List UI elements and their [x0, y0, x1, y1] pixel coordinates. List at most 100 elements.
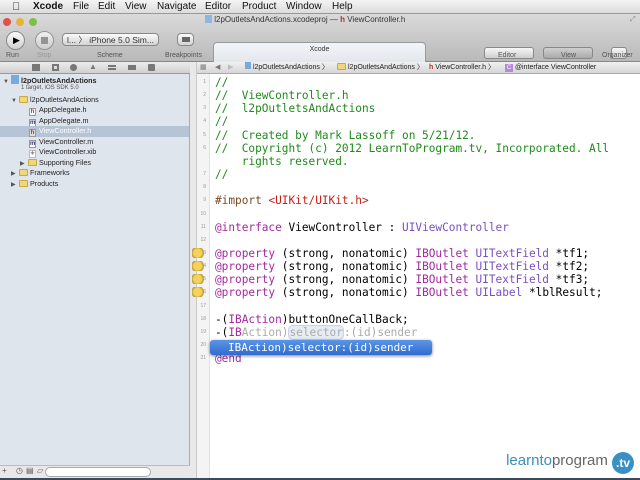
apple-menu-icon[interactable]: : [12, 1, 20, 13]
folder-icon: [337, 63, 346, 70]
code-token: @property: [215, 273, 276, 287]
code-token: UITextField: [475, 273, 549, 287]
breakpoint-navigator-icon[interactable]: [128, 65, 136, 70]
code-line: rights reserved.: [215, 155, 349, 168]
code-line: #import <UIKit/UIKit.h>: [215, 194, 369, 207]
folder-icon: [19, 96, 28, 103]
window-title: l2pOutletsAndActions.xcodeproj — h ViewC…: [205, 15, 405, 24]
jump-item[interactable]: C @interface ViewController: [505, 62, 596, 73]
menu-window[interactable]: Window: [286, 1, 322, 12]
code-token: rights reserved.: [215, 154, 349, 168]
line-number: 19: [200, 328, 206, 335]
jump-label: l2pOutletsAndActions: [348, 64, 415, 71]
menu-help[interactable]: Help: [332, 1, 353, 12]
learntoprogram-logo: learntoprogram .tv: [506, 452, 634, 474]
code-token: UILabel: [475, 286, 523, 300]
warning-icon[interactable]: [192, 287, 206, 298]
item-label: Supporting Files: [39, 158, 91, 167]
code-token: //: [215, 115, 229, 129]
line-number: 6: [203, 144, 206, 151]
breakpoints-button[interactable]: [177, 33, 194, 46]
file-item[interactable]: m ViewController.m: [29, 137, 93, 148]
line-number-gutter: 123456789101112131415161718192021: [192, 74, 210, 478]
header-file-icon: h: [29, 129, 36, 137]
code-token: IBOutlet: [415, 260, 469, 274]
zoom-window-button[interactable]: [29, 18, 37, 26]
code-token: (strong, nonatomic): [275, 286, 416, 300]
fullscreen-icon[interactable]: ⤢: [630, 16, 636, 24]
jump-item[interactable]: l2pOutletsAndActions 〉: [337, 62, 424, 73]
code-token: //: [215, 168, 229, 182]
related-files-icon[interactable]: ▦: [200, 62, 207, 73]
organizer-label: Organizer: [602, 52, 633, 59]
project-navigator: ▼ l2pOutletsAndActions 1 target, iOS SDK …: [0, 74, 190, 465]
back-icon[interactable]: ◀: [215, 62, 220, 73]
code-token: #import: [215, 194, 269, 208]
code-token: @property: [215, 246, 276, 260]
group-item[interactable]: ▶ Products: [11, 179, 58, 190]
source-control-icon[interactable]: ▤: [26, 466, 34, 475]
code-token: *tf2;: [549, 260, 590, 274]
file-item[interactable]: m AppDelegate.m: [29, 116, 89, 127]
line-number: 21: [200, 355, 206, 362]
forward-icon[interactable]: ▶: [228, 62, 233, 73]
navigator-selector-bar: ▲: [0, 62, 190, 74]
code-token: )buttonOneCallBack;: [281, 312, 409, 326]
menu-editor[interactable]: Editor: [205, 1, 231, 12]
file-item[interactable]: h AppDelegate.h: [29, 105, 87, 116]
add-icon[interactable]: +: [2, 466, 7, 475]
file-item[interactable]: ✦ ViewController.xib: [29, 147, 96, 158]
run-button[interactable]: ▶: [6, 31, 25, 50]
warning-icon[interactable]: [192, 261, 206, 272]
header-file-icon: h: [340, 15, 345, 24]
group-item[interactable]: ▶ Supporting Files: [20, 158, 91, 169]
file-item-selected[interactable]: h ViewController.h: [0, 126, 189, 137]
log-navigator-icon[interactable]: [148, 64, 155, 71]
group-item[interactable]: ▼ l2pOutletsAndActions: [11, 95, 99, 106]
debug-navigator-icon[interactable]: [108, 65, 116, 70]
menu-product[interactable]: Product: [242, 1, 276, 12]
code-line: @interface ViewController : UIViewContro…: [215, 221, 509, 234]
line-number: 3: [203, 105, 206, 112]
menu-file[interactable]: File: [73, 1, 89, 12]
class-icon: C: [505, 64, 513, 72]
disclosure-closed-icon: ▶: [11, 171, 16, 177]
code-line: //: [215, 76, 228, 89]
jump-item[interactable]: l2pOutletsAndActions 〉: [245, 62, 329, 73]
code-token: IBAction: [228, 312, 282, 326]
issue-navigator-icon[interactable]: ▲: [89, 62, 97, 71]
header-file-icon: h: [29, 108, 36, 116]
menu-edit[interactable]: Edit: [98, 1, 115, 12]
line-number: 2: [203, 92, 206, 99]
unsaved-files-icon[interactable]: ▱: [37, 466, 43, 475]
autocomplete-suggestion[interactable]: IBAction)selector:(id)sender: [210, 340, 432, 355]
line-number: 12: [200, 236, 206, 243]
project-navigator-icon[interactable]: [32, 64, 40, 71]
close-window-button[interactable]: [3, 18, 11, 26]
menu-navigate[interactable]: Navigate: [157, 1, 196, 12]
search-navigator-icon[interactable]: [70, 64, 77, 71]
code-token: IBOutlet: [415, 286, 469, 300]
minimize-window-button[interactable]: [16, 18, 24, 26]
group-item[interactable]: ▶ Frameworks: [11, 168, 70, 179]
warning-icon[interactable]: [192, 247, 206, 258]
jump-item[interactable]: h ViewController.h 〉: [429, 62, 495, 73]
window-title-file: ViewController.h: [347, 15, 406, 24]
line-number: 7: [203, 171, 206, 178]
recent-files-icon[interactable]: ◷: [16, 466, 23, 475]
code-token: (strong, nonatomic): [275, 246, 416, 260]
folder-icon: [19, 180, 28, 187]
filter-input[interactable]: [45, 467, 151, 477]
item-label: AppDelegate.m: [39, 116, 89, 125]
symbol-navigator-icon[interactable]: [52, 64, 59, 71]
menu-app[interactable]: Xcode: [33, 1, 63, 12]
stop-button[interactable]: [35, 31, 54, 50]
placeholder-token: selector: [288, 324, 344, 340]
activity-text: Xcode: [309, 46, 330, 53]
menu-view[interactable]: View: [125, 1, 147, 12]
scheme-popup[interactable]: l... 〉 iPhone 5.0 Sim...: [62, 33, 159, 46]
logo-part: learnto: [506, 452, 552, 469]
warning-icon[interactable]: [192, 274, 206, 285]
line-number: 10: [200, 210, 206, 217]
